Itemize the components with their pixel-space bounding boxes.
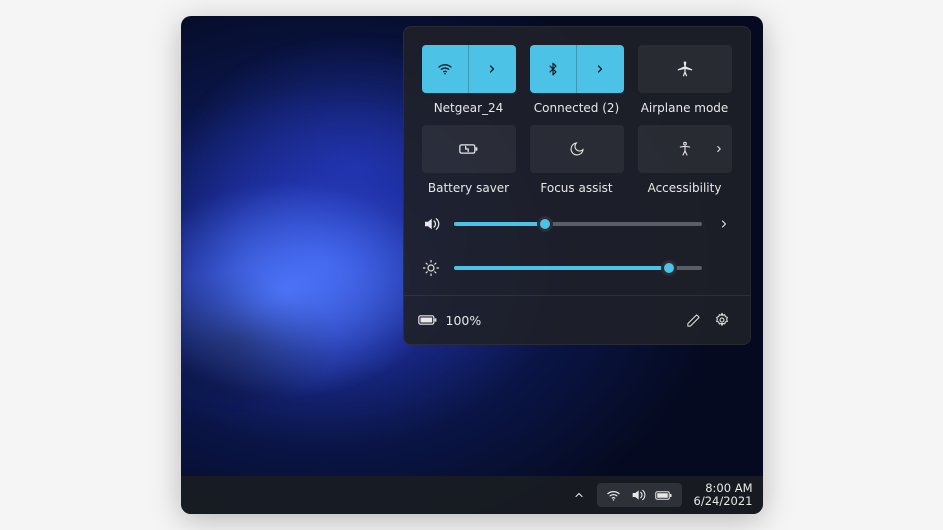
taskbar-clock[interactable]: 8:00 AM 6/24/2021 [688,482,753,508]
tile-focus-assist[interactable] [530,125,624,173]
tile-bluetooth-expand[interactable] [576,45,624,93]
tile-wifi[interactable] [422,45,516,93]
volume-slider-thumb[interactable] [537,216,553,232]
wifi-icon [437,61,453,77]
chevron-right-icon [718,218,730,230]
chevron-right-icon [714,144,724,154]
panel-footer: 100% [404,295,750,344]
chevron-right-icon [486,63,498,75]
tile-battery-saver[interactable] [422,125,516,173]
battery-icon [655,490,673,501]
settings-button[interactable] [708,306,736,334]
speaker-icon[interactable] [422,215,440,233]
volume-slider[interactable] [454,222,702,226]
tile-bluetooth-toggle[interactable] [530,45,577,93]
clock-date: 6/24/2021 [694,495,753,508]
volume-row [422,215,732,233]
edit-button[interactable] [680,306,708,334]
tile-airplane-label: Airplane mode [641,101,729,115]
taskbar: 8:00 AM 6/24/2021 [181,476,763,514]
airplane-icon [676,60,694,78]
wifi-icon [606,488,621,503]
battery-icon [418,314,438,326]
brightness-slider-thumb[interactable] [661,260,677,276]
tile-bluetooth-label: Connected (2) [534,101,619,115]
system-tray[interactable] [597,483,682,507]
chevron-right-icon [594,63,606,75]
tile-bluetooth-wrap: Connected (2) [530,45,624,115]
sliders-section [404,205,750,295]
volume-slider-fill [454,222,546,226]
chevron-up-icon [573,489,585,501]
desktop: Netgear_24 Connected (2) [181,16,763,514]
quick-tiles-grid: Netgear_24 Connected (2) [404,27,750,205]
battery-saver-icon [459,142,479,156]
tile-wifi-expand[interactable] [468,45,516,93]
tile-bluetooth[interactable] [530,45,624,93]
quick-settings-panel: Netgear_24 Connected (2) [403,26,751,345]
tile-accessibility-wrap: Accessibility [638,125,732,195]
bluetooth-icon [546,61,560,77]
tile-wifi-label: Netgear_24 [434,101,504,115]
tile-battery-saver-label: Battery saver [428,181,509,195]
accessibility-icon [677,141,693,157]
tile-accessibility-label: Accessibility [648,181,722,195]
tile-wifi-toggle[interactable] [422,45,469,93]
tile-wifi-wrap: Netgear_24 [422,45,516,115]
tile-accessibility[interactable] [638,125,732,173]
pencil-icon [686,313,701,328]
tile-battery-saver-wrap: Battery saver [422,125,516,195]
battery-percent: 100% [446,313,482,328]
tile-focus-assist-label: Focus assist [540,181,612,195]
gear-icon [714,312,730,328]
moon-icon [569,141,585,157]
tile-focus-assist-wrap: Focus assist [530,125,624,195]
speaker-icon [630,487,646,503]
brightness-row [422,259,732,277]
tray-overflow-button[interactable] [567,483,591,507]
sun-icon [422,259,440,277]
volume-expand[interactable] [716,218,732,230]
brightness-slider[interactable] [454,266,702,270]
tile-airplane-wrap: Airplane mode [638,45,732,115]
tile-airplane[interactable] [638,45,732,93]
brightness-slider-fill [454,266,670,270]
